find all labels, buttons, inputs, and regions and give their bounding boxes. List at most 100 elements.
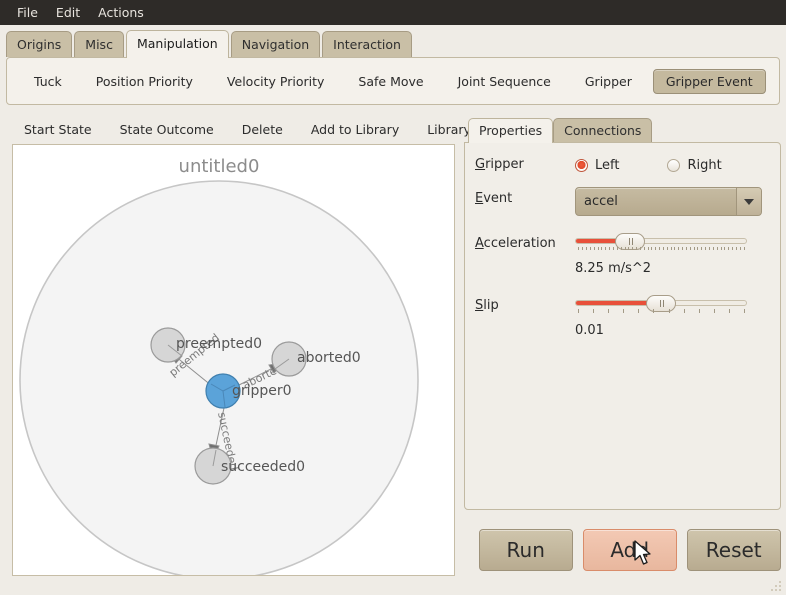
graph-editor-pane: Start State State Outcome Delete Add to … [0, 111, 462, 595]
slider-tick [732, 247, 733, 250]
state-machine-svg: preempted aborted succeeded [13, 145, 455, 576]
add-button[interactable]: Add [583, 529, 677, 571]
slider-tick [653, 309, 654, 313]
slider-tick [640, 247, 641, 250]
tab-misc[interactable]: Misc [74, 31, 124, 57]
slider-tick [578, 247, 579, 250]
chevron-down-icon[interactable] [736, 188, 761, 215]
slider-tick [744, 247, 745, 250]
label-gripper-text: Gripper [475, 157, 524, 172]
slider-tick [699, 309, 700, 313]
slider-tick [617, 247, 618, 250]
subtool-joint-sequence[interactable]: Joint Sequence [445, 69, 564, 94]
acceleration-slider-ticks [575, 247, 747, 255]
slider-tick [659, 247, 660, 250]
tab-interaction[interactable]: Interaction [322, 31, 412, 57]
slider-tick [674, 247, 675, 250]
row-gripper: Gripper Left Right [475, 153, 770, 173]
slider-tick [638, 309, 639, 313]
main-tab-bar: Origins Misc Manipulation Navigation Int… [6, 27, 780, 57]
slider-tick [623, 309, 624, 313]
tab-navigation[interactable]: Navigation [231, 31, 320, 57]
label-acceleration-text: Acceleration [475, 236, 556, 251]
label-event: Event [475, 187, 575, 206]
run-button[interactable]: Run [479, 529, 573, 571]
resize-grip-icon[interactable] [769, 579, 783, 593]
graph-btn-delete[interactable]: Delete [236, 120, 289, 139]
slider-tick [605, 247, 606, 250]
acceleration-slider[interactable]: 8.25 m/s^2 [575, 232, 747, 276]
graph-btn-start-state[interactable]: Start State [18, 120, 98, 139]
slider-tick [644, 247, 645, 250]
slip-slider-track[interactable] [575, 300, 747, 306]
subtool-safe-move[interactable]: Safe Move [345, 69, 436, 94]
radio-selected-icon [575, 159, 588, 172]
manipulation-sub-toolbar: Tuck Position Priority Velocity Priority… [6, 57, 780, 105]
subtool-position-priority[interactable]: Position Priority [83, 69, 206, 94]
label-slip-text: Slip [475, 298, 499, 313]
acceleration-slider-track[interactable] [575, 238, 747, 244]
radio-gripper-right[interactable]: Right [667, 158, 721, 173]
tab-properties[interactable]: Properties [468, 118, 553, 143]
field-event: accel [575, 187, 770, 216]
slider-tick [593, 309, 594, 313]
menu-item-edit[interactable]: Edit [47, 2, 89, 24]
slider-tick [740, 247, 741, 250]
slider-tick [709, 247, 710, 250]
radio-label-left: Left [595, 158, 619, 173]
event-dropdown[interactable]: accel [575, 187, 762, 216]
slider-tick [686, 247, 687, 250]
label-gripper: Gripper [475, 153, 575, 172]
radio-gripper-left[interactable]: Left [575, 158, 619, 173]
menu-item-actions[interactable]: Actions [89, 2, 153, 24]
node-label-aborted0: aborted0 [297, 350, 361, 366]
slider-tick [667, 247, 668, 250]
subtool-tuck[interactable]: Tuck [21, 69, 75, 94]
slider-tick [697, 247, 698, 250]
slider-tick [613, 247, 614, 250]
slider-tick [651, 247, 652, 250]
main-body: Start State State Outcome Delete Add to … [0, 111, 786, 595]
subtool-gripper[interactable]: Gripper [572, 69, 645, 94]
application-window: File Edit Actions Origins Misc Manipulat… [0, 0, 786, 595]
menu-item-file[interactable]: File [8, 2, 47, 24]
slider-tick [721, 247, 722, 250]
slider-tick [608, 309, 609, 313]
row-slip: Slip 0.01 [475, 294, 770, 338]
slider-tick [598, 247, 599, 250]
tab-manipulation[interactable]: Manipulation [126, 30, 229, 58]
subtool-spine[interactable]: Spine [774, 69, 786, 94]
slider-tick [713, 247, 714, 250]
menu-bar: File Edit Actions [0, 0, 786, 25]
slider-tick [682, 247, 683, 250]
tab-connections[interactable]: Connections [553, 118, 652, 142]
graph-title: untitled0 [179, 156, 260, 177]
label-event-text: Event [475, 191, 512, 206]
slider-tick [714, 309, 715, 313]
slider-tick [724, 247, 725, 250]
subtool-velocity-priority[interactable]: Velocity Priority [214, 69, 338, 94]
slider-tick [744, 309, 745, 313]
field-acceleration: 8.25 m/s^2 [575, 232, 770, 276]
reset-button[interactable]: Reset [687, 529, 781, 571]
radio-unselected-icon [667, 159, 680, 172]
slider-tick [728, 247, 729, 250]
slider-tick [678, 247, 679, 250]
row-acceleration: Acceleration 8.25 m/s^2 [475, 232, 770, 276]
slider-tick [590, 247, 591, 250]
graph-btn-add-to-library[interactable]: Add to Library [305, 120, 405, 139]
slider-tick [690, 247, 691, 250]
slip-slider[interactable]: 0.01 [575, 294, 747, 338]
subtool-gripper-event[interactable]: Gripper Event [653, 69, 766, 94]
node-label-succeeded0: succeeded0 [221, 459, 305, 475]
slider-tick [694, 247, 695, 250]
graph-btn-state-outcome[interactable]: State Outcome [114, 120, 220, 139]
slider-tick [736, 247, 737, 250]
tab-origins[interactable]: Origins [6, 31, 72, 57]
event-dropdown-value: accel [576, 188, 736, 215]
state-machine-canvas[interactable]: preempted aborted succeeded [12, 144, 455, 576]
row-event: Event accel [475, 187, 770, 216]
slider-tick [636, 247, 637, 250]
slider-tick [628, 247, 629, 250]
field-slip: 0.01 [575, 294, 770, 338]
